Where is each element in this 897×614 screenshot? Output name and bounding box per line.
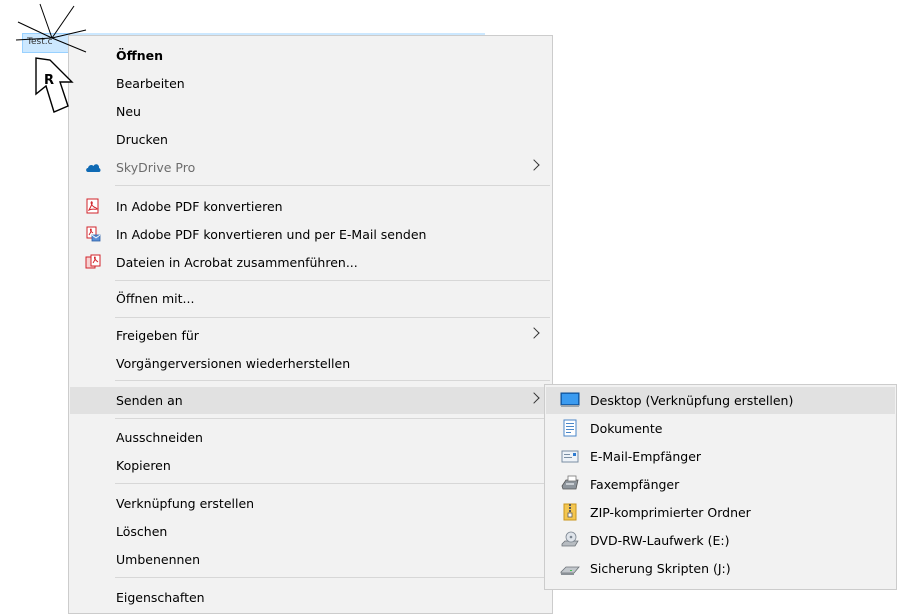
context-menu: Öffnen Bearbeiten Neu Drucken SkyDrive P… bbox=[68, 35, 553, 614]
menu-item-cut[interactable]: Ausschneiden bbox=[70, 424, 551, 451]
chevron-right-icon bbox=[528, 327, 540, 339]
menu-separator bbox=[115, 577, 550, 578]
send-to-submenu: Desktop (Verknüpfung erstellen) Dokument… bbox=[544, 384, 897, 590]
submenu-item-label: DVD-RW-Laufwerk (E:) bbox=[590, 533, 730, 548]
menu-item-label: Drucken bbox=[116, 132, 168, 147]
send-to-zip-folder[interactable]: ZIP-komprimierter Ordner bbox=[546, 499, 895, 526]
menu-item-restore-previous-versions[interactable]: Vorgängerversionen wiederherstellen bbox=[70, 350, 551, 377]
menu-item-share-with[interactable]: Freigeben für bbox=[70, 322, 551, 349]
skydrive-cloud-icon bbox=[86, 164, 101, 172]
menu-item-label: Bearbeiten bbox=[116, 76, 185, 91]
menu-item-label: In Adobe PDF konvertieren bbox=[116, 199, 283, 214]
menu-item-label: Kopieren bbox=[116, 458, 171, 473]
menu-separator bbox=[115, 185, 550, 186]
menu-item-delete[interactable]: Löschen bbox=[70, 518, 551, 545]
adobe-pdf-icon bbox=[86, 198, 99, 214]
network-drive-icon bbox=[560, 566, 580, 575]
adobe-pdf-email-icon bbox=[86, 226, 101, 242]
menu-separator bbox=[115, 280, 550, 281]
menu-item-rename[interactable]: Umbenennen bbox=[70, 546, 551, 573]
menu-item-open[interactable]: Öffnen bbox=[70, 42, 551, 69]
menu-item-copy[interactable]: Kopieren bbox=[70, 452, 551, 479]
menu-item-label: Eigenschaften bbox=[116, 590, 205, 605]
menu-separator bbox=[115, 483, 550, 484]
send-to-desktop[interactable]: Desktop (Verknüpfung erstellen) bbox=[546, 387, 895, 414]
mail-recipient-icon bbox=[561, 450, 579, 463]
menu-item-label: In Adobe PDF konvertieren und per E-Mail… bbox=[116, 227, 427, 242]
menu-item-label: Löschen bbox=[116, 524, 168, 539]
dvd-drive-icon bbox=[561, 531, 579, 547]
send-to-mail-recipient[interactable]: E-Mail-Empfänger bbox=[546, 443, 895, 470]
acrobat-combine-icon bbox=[85, 254, 101, 269]
menu-item-new[interactable]: Neu bbox=[70, 98, 551, 125]
menu-item-label: Öffnen bbox=[116, 48, 164, 63]
menu-item-label: Dateien in Acrobat zusammenführen... bbox=[116, 255, 358, 270]
documents-icon bbox=[563, 419, 577, 437]
menu-item-label: Verknüpfung erstellen bbox=[116, 496, 255, 511]
submenu-item-label: ZIP-komprimierter Ordner bbox=[590, 505, 751, 520]
send-to-documents[interactable]: Dokumente bbox=[546, 415, 895, 442]
menu-separator bbox=[115, 418, 550, 419]
menu-item-label: SkyDrive Pro bbox=[116, 160, 196, 175]
send-to-fax[interactable]: Faxempfänger bbox=[546, 471, 895, 498]
send-to-dvd-drive[interactable]: DVD-RW-Laufwerk (E:) bbox=[546, 527, 895, 554]
menu-item-label: Öffnen mit... bbox=[116, 291, 195, 306]
menu-item-convert-pdf[interactable]: In Adobe PDF konvertieren bbox=[70, 193, 551, 220]
desktop-icon bbox=[560, 392, 580, 407]
cursor-button-letter: R bbox=[44, 73, 54, 88]
menu-item-label: Senden an bbox=[116, 393, 183, 408]
send-to-network-drive[interactable]: Sicherung Skripten (J:) bbox=[546, 555, 895, 582]
menu-separator bbox=[115, 317, 550, 318]
menu-separator bbox=[115, 380, 550, 381]
menu-item-label: Vorgängerversionen wiederherstellen bbox=[116, 356, 351, 371]
chevron-right-icon bbox=[528, 392, 540, 404]
menu-item-label: Neu bbox=[116, 104, 141, 119]
menu-item-print[interactable]: Drucken bbox=[70, 126, 551, 153]
menu-item-label: Umbenennen bbox=[116, 552, 201, 567]
menu-item-skydrive-pro[interactable]: SkyDrive Pro bbox=[70, 154, 551, 181]
chevron-right-icon bbox=[528, 159, 540, 171]
mouse-cursor-right-click-icon: R bbox=[15, 3, 87, 113]
menu-item-label: Freigeben für bbox=[116, 328, 199, 343]
submenu-item-label: Desktop (Verknüpfung erstellen) bbox=[590, 393, 794, 408]
menu-item-label: Ausschneiden bbox=[116, 430, 203, 445]
zip-folder-icon bbox=[563, 503, 577, 521]
menu-item-edit[interactable]: Bearbeiten bbox=[70, 70, 551, 97]
fax-icon bbox=[561, 475, 579, 490]
submenu-item-label: E-Mail-Empfänger bbox=[590, 449, 702, 464]
menu-item-send-to[interactable]: Senden an bbox=[70, 387, 551, 414]
menu-item-open-with[interactable]: Öffnen mit... bbox=[70, 285, 551, 312]
menu-item-combine-acrobat[interactable]: Dateien in Acrobat zusammenführen... bbox=[70, 249, 551, 276]
submenu-item-label: Sicherung Skripten (J:) bbox=[590, 561, 731, 576]
submenu-item-label: Faxempfänger bbox=[590, 477, 680, 492]
menu-item-convert-pdf-email[interactable]: In Adobe PDF konvertieren und per E-Mail… bbox=[70, 221, 551, 248]
menu-item-properties[interactable]: Eigenschaften bbox=[70, 584, 551, 611]
menu-item-create-shortcut[interactable]: Verknüpfung erstellen bbox=[70, 490, 551, 517]
submenu-item-label: Dokumente bbox=[590, 421, 663, 436]
